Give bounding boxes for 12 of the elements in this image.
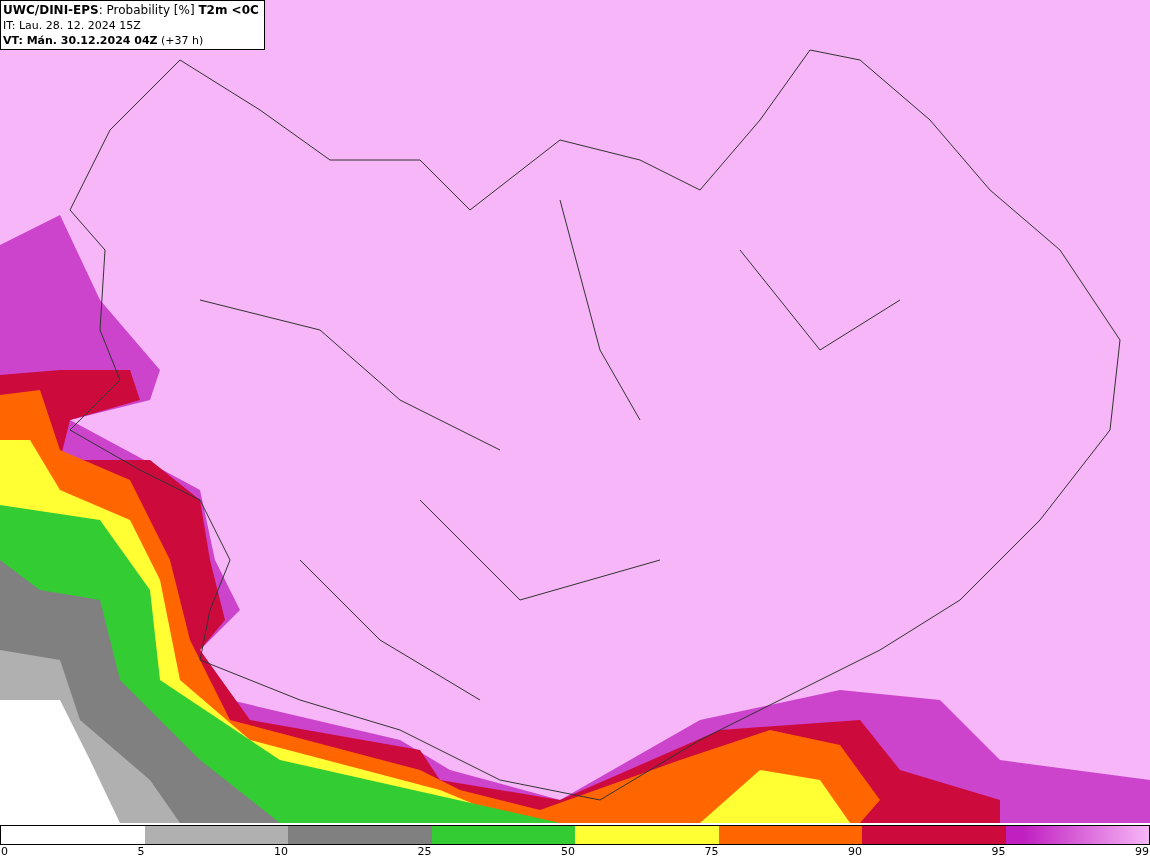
title-line: UWC/DINI-EPS: Probability [%] T2m <0C — [3, 3, 259, 18]
scale-label: 0 — [1, 845, 8, 859]
title-line: VT: Mán. 30.12.2024 04Z (+37 h) — [3, 33, 205, 48]
scale-label: 10 — [274, 845, 288, 859]
scale-label: 99 — [1135, 845, 1149, 859]
scale-label: 5 — [137, 845, 145, 859]
scale-label: 90 — [848, 845, 862, 859]
title-line: IT: Lau. 28. 12. 2024 15Z — [3, 18, 142, 33]
scale-label: 95 — [991, 845, 1006, 859]
scale-label: 25 — [417, 845, 432, 859]
scale-label: 75 — [704, 845, 719, 859]
scale-label: 50 — [561, 845, 575, 859]
